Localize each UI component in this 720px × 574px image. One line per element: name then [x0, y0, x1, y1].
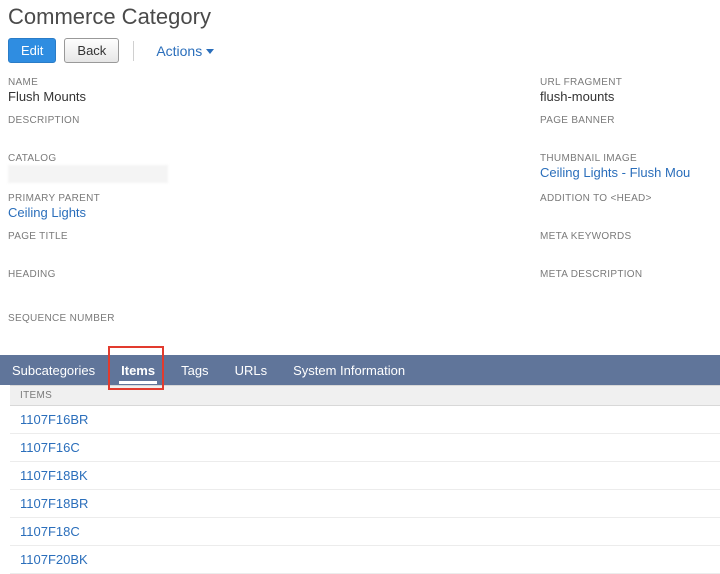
item-link[interactable]: 1107F16C [20, 440, 80, 455]
item-link[interactable]: 1107F20BK [20, 552, 88, 567]
tab-tags[interactable]: Tags [179, 357, 210, 384]
tab-urls[interactable]: URLs [233, 357, 270, 384]
field-description: DESCRIPTION [8, 115, 500, 143]
field-label: URL FRAGMENT [540, 77, 720, 88]
field-thumbnail: THUMBNAIL IMAGE Ceiling Lights - Flush M… [540, 153, 720, 183]
field-url-fragment: URL FRAGMENT flush-mounts [540, 77, 720, 105]
tab-items[interactable]: Items [119, 357, 157, 384]
toolbar: Edit Back Actions [8, 38, 720, 63]
field-meta-description: META DESCRIPTION [540, 269, 720, 297]
back-button[interactable]: Back [64, 38, 119, 63]
field-value [540, 205, 720, 221]
field-value: flush-mounts [540, 89, 720, 105]
field-label: CATALOG [8, 153, 500, 164]
field-label: THUMBNAIL IMAGE [540, 153, 720, 164]
field-value [540, 281, 720, 297]
field-value [8, 325, 720, 341]
items-column-header: ITEMS [10, 385, 720, 406]
field-label: HEADING [8, 269, 500, 280]
field-primary-parent: PRIMARY PARENT Ceiling Lights [8, 193, 500, 221]
field-label: NAME [8, 77, 500, 88]
field-value [8, 127, 500, 143]
table-row: 1107F18BR [10, 490, 720, 518]
field-catalog: CATALOG [8, 153, 500, 183]
field-value [8, 243, 500, 259]
actions-label: Actions [156, 43, 202, 59]
field-name: NAME Flush Mounts [8, 77, 500, 105]
field-sequence-number: SEQUENCE NUMBER [8, 313, 720, 341]
page-title: Commerce Category [8, 4, 720, 30]
item-link[interactable]: 1107F18C [20, 524, 80, 539]
chevron-down-icon [206, 49, 214, 54]
table-row: 1107F16C [10, 434, 720, 462]
field-label: SEQUENCE NUMBER [8, 313, 720, 324]
field-value [8, 281, 500, 297]
item-link[interactable]: 1107F18BK [20, 468, 88, 483]
field-page-title: PAGE TITLE [8, 231, 500, 259]
field-value [540, 127, 720, 143]
field-value [540, 243, 720, 259]
tabbar: Subcategories Items Tags URLs System Inf… [0, 355, 720, 385]
field-value: Flush Mounts [8, 89, 500, 105]
field-page-banner: PAGE BANNER [540, 115, 720, 143]
field-addition-head: ADDITION TO <HEAD> [540, 193, 720, 221]
tab-system-information[interactable]: System Information [291, 357, 407, 384]
field-heading: HEADING [8, 269, 500, 297]
field-label: DESCRIPTION [8, 115, 500, 126]
field-label: META KEYWORDS [540, 231, 720, 242]
field-label: PAGE BANNER [540, 115, 720, 126]
field-label: PAGE TITLE [8, 231, 500, 242]
edit-button[interactable]: Edit [8, 38, 56, 63]
table-row: 1107F18C [10, 518, 720, 546]
table-row: 1107F20BK [10, 546, 720, 574]
thumbnail-link[interactable]: Ceiling Lights - Flush Mou [540, 165, 720, 181]
field-label: META DESCRIPTION [540, 269, 720, 280]
primary-parent-link[interactable]: Ceiling Lights [8, 205, 500, 221]
table-row: 1107F18BK [10, 462, 720, 490]
toolbar-divider [133, 41, 134, 61]
items-list: 1107F16BR 1107F16C 1107F18BK 1107F18BR 1… [10, 406, 720, 574]
field-label: PRIMARY PARENT [8, 193, 500, 204]
field-meta-keywords: META KEYWORDS [540, 231, 720, 259]
item-link[interactable]: 1107F18BR [20, 496, 88, 511]
table-row: 1107F16BR [10, 406, 720, 434]
redacted-value [8, 165, 168, 183]
item-link[interactable]: 1107F16BR [20, 412, 88, 427]
actions-menu[interactable]: Actions [156, 43, 214, 59]
tab-subcategories[interactable]: Subcategories [10, 357, 97, 384]
field-label: ADDITION TO <HEAD> [540, 193, 720, 204]
